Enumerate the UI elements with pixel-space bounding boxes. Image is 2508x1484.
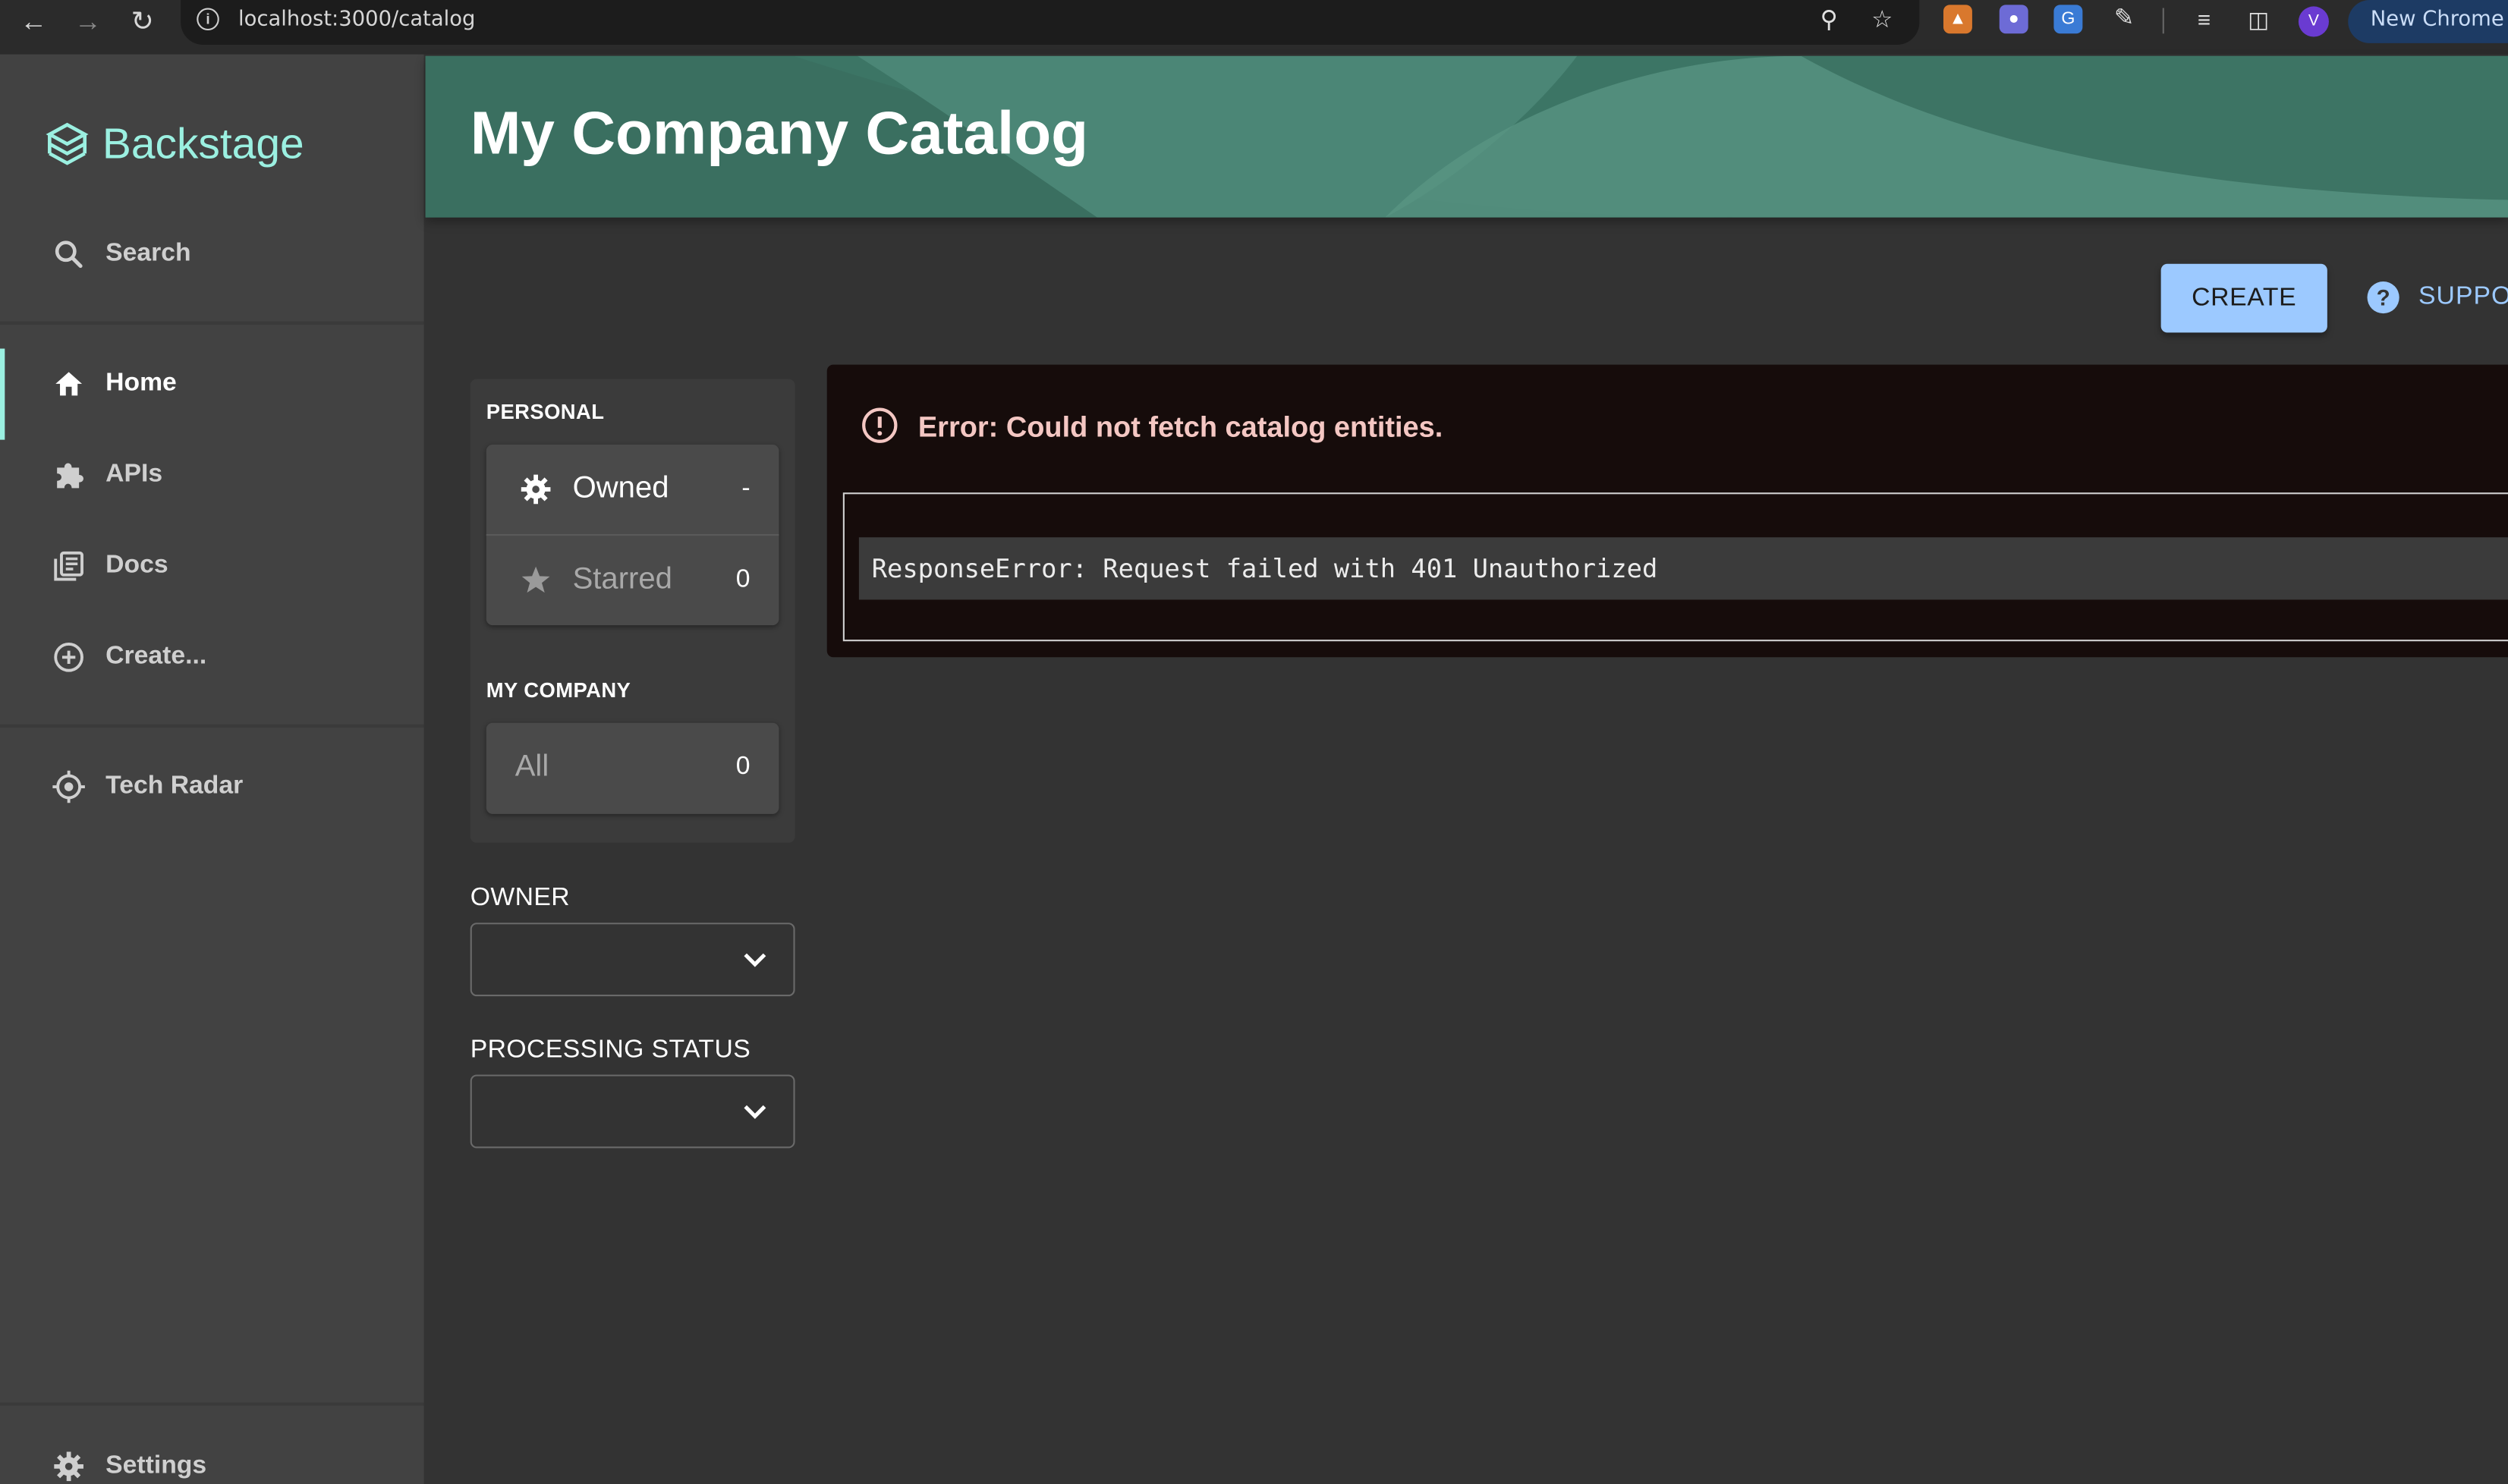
- sidebar-divider: [0, 724, 424, 728]
- address-bar[interactable]: i localhost:3000/catalog ⚲ ☆: [181, 0, 1920, 46]
- toolbar-divider: [2162, 8, 2164, 34]
- company-filter-card: All 0: [486, 722, 779, 814]
- help-icon: ?: [2367, 281, 2399, 314]
- error-outline-icon: [862, 407, 898, 443]
- browser-toolbar: ← → ↻ i localhost:3000/catalog ⚲ ☆ ▲ ● G…: [0, 0, 2508, 55]
- sidebar-item-create[interactable]: Create...: [0, 622, 424, 696]
- processing-status-select[interactable]: [470, 1074, 795, 1149]
- error-message: ResponseError: Request failed with 401 U…: [871, 553, 1658, 584]
- library-icon: [54, 551, 83, 581]
- sidebar-item-docs[interactable]: Docs: [0, 531, 424, 605]
- owner-filter-label: OWNER: [470, 884, 571, 912]
- sidebar-item-home[interactable]: Home: [0, 348, 424, 440]
- radar-icon: [52, 770, 85, 803]
- home-icon: [55, 372, 83, 396]
- filter-starred[interactable]: Starred 0: [486, 536, 779, 625]
- sidebar-item-label: Docs: [105, 552, 168, 580]
- support-label: SUPPORT: [2418, 283, 2508, 310]
- personal-filter-card: Owned - Starred 0: [486, 444, 779, 626]
- gear-icon: [54, 1451, 83, 1482]
- profile-avatar[interactable]: V: [2298, 6, 2329, 37]
- sidebar-item-settings[interactable]: Settings: [0, 1431, 424, 1484]
- site-info-icon[interactable]: i: [197, 8, 219, 31]
- sidebar-item-label: Create...: [105, 643, 207, 671]
- back-arrow-icon[interactable]: ←: [13, 3, 55, 42]
- translate-extension-icon[interactable]: G: [2053, 5, 2083, 34]
- zoom-icon[interactable]: ⚲: [1820, 5, 1838, 33]
- logo-text: Backstage: [102, 120, 304, 168]
- personal-section-title: PERSONAL: [486, 399, 605, 424]
- sidebar-item-label: APIs: [105, 461, 163, 488]
- chevron-down-icon: [744, 1105, 766, 1119]
- app-root: ← → ↻ i localhost:3000/catalog ⚲ ☆ ▲ ● G…: [0, 0, 2508, 1484]
- sidebar-divider: [0, 321, 424, 325]
- forward-arrow-icon[interactable]: →: [68, 3, 109, 42]
- create-button[interactable]: CREATE: [2160, 263, 2327, 333]
- sidebar-item-tech-radar[interactable]: Tech Radar: [0, 752, 424, 825]
- error-title: Error: Could not fetch catalog entities.: [917, 410, 1443, 443]
- filter-all-label: All: [515, 750, 549, 784]
- filter-owned[interactable]: Owned -: [486, 445, 779, 534]
- processing-status-label: PROCESSING STATUS: [470, 1036, 751, 1064]
- new-chrome-available-button[interactable]: New Chrome av: [2348, 0, 2508, 43]
- filter-starred-count: 0: [735, 566, 751, 593]
- page-title: My Company Catalog: [470, 100, 1089, 168]
- page-header: My Company Catalog: [425, 55, 2508, 218]
- gear-icon: [521, 474, 551, 505]
- filter-starred-label: Starred: [572, 562, 672, 597]
- error-panel: Error: Could not fetch catalog entities.…: [826, 364, 2508, 658]
- url-text[interactable]: localhost:3000/catalog: [238, 8, 475, 33]
- error-message-block: ResponseError: Request failed with 401 U…: [858, 537, 2508, 600]
- filter-all[interactable]: All 0: [486, 723, 779, 813]
- backstage-logo-icon: [46, 122, 89, 165]
- sidebar-item-label: Settings: [105, 1451, 207, 1479]
- puzzle-icon: [57, 463, 83, 489]
- filter-all-count: 0: [735, 753, 751, 781]
- chevron-down-icon: [744, 953, 766, 967]
- side-panel-icon[interactable]: ◫: [2244, 5, 2273, 33]
- company-section-title: MY COMPANY: [486, 678, 631, 703]
- metamask-extension-icon[interactable]: ▲: [1943, 5, 1972, 34]
- sidebar-item-label: Home: [105, 369, 177, 397]
- reading-list-icon[interactable]: ≡: [2190, 5, 2219, 33]
- add-circle-icon: [54, 642, 83, 672]
- owner-select[interactable]: [470, 923, 795, 997]
- sidebar-item-label: Tech Radar: [105, 772, 244, 800]
- search-icon: [55, 241, 83, 269]
- star-icon: [521, 566, 550, 593]
- extensions-puzzle-icon[interactable]: ✎: [2110, 5, 2138, 33]
- reload-icon[interactable]: ↻: [121, 3, 163, 42]
- sidebar-divider: [0, 1402, 424, 1406]
- ghost-extension-icon[interactable]: ●: [1999, 5, 2028, 34]
- sidebar: Backstage Search Home APIs Docs Create..…: [0, 54, 424, 1484]
- error-details-box: ResponseError: Request failed with 401 U…: [842, 492, 2508, 642]
- sidebar-item-label: Search: [105, 240, 191, 268]
- user-list-filter: PERSONAL Owned - Starred 0 MY COMPANY Al…: [470, 379, 795, 843]
- filter-owned-label: Owned: [572, 471, 669, 506]
- sidebar-item-search[interactable]: Search: [0, 219, 424, 293]
- filter-owned-count: -: [741, 475, 751, 502]
- sidebar-item-apis[interactable]: APIs: [0, 440, 424, 514]
- bookmark-star-icon[interactable]: ☆: [1871, 5, 1893, 33]
